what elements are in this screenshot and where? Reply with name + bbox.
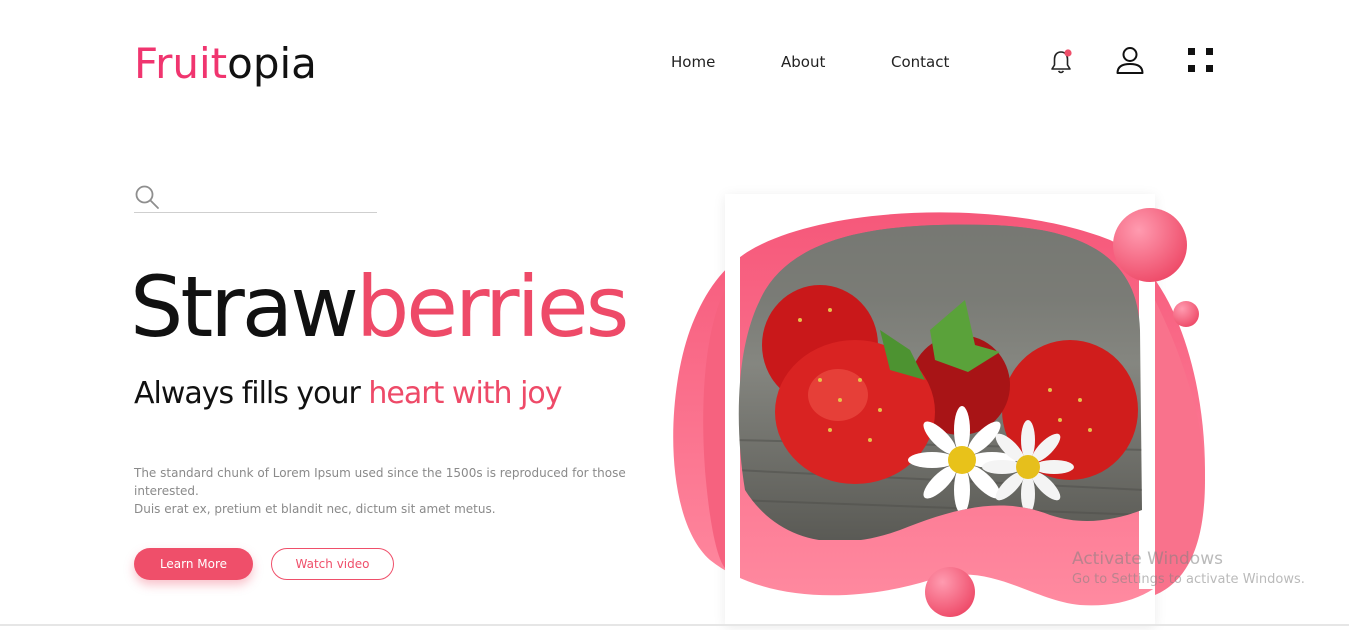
- hero-subtitle-dark: Always fills your: [134, 376, 369, 411]
- hero-title-dark: Straw: [130, 258, 359, 356]
- hero-title-pink: berries: [355, 258, 629, 356]
- search-icon[interactable]: [134, 184, 160, 214]
- watermark-line2: Go to Settings to activate Windows.: [1072, 572, 1305, 587]
- watch-video-button[interactable]: Watch video: [271, 548, 394, 580]
- search-input[interactable]: [164, 184, 373, 210]
- hero-description: The standard chunk of Lorem Ipsum used s…: [134, 464, 634, 518]
- watermark-line1: Activate Windows: [1072, 549, 1223, 569]
- search-bar: [134, 182, 377, 213]
- hero-description-line2: Duis erat ex, pretium et blandit nec, di…: [134, 502, 496, 516]
- nav-about[interactable]: About: [781, 53, 825, 71]
- hero-subtitle: Always fills your heart with joy: [134, 372, 563, 416]
- hero-title: Strawberries: [130, 252, 629, 362]
- grid-icon[interactable]: [1187, 47, 1215, 75]
- brand-logo-part2: opia: [227, 39, 317, 88]
- nav-contact[interactable]: Contact: [891, 53, 949, 71]
- learn-more-button[interactable]: Learn More: [134, 548, 253, 580]
- brand-logo-part1: Fruit: [134, 39, 228, 88]
- user-icon[interactable]: [1115, 46, 1145, 76]
- nav-home[interactable]: Home: [671, 53, 715, 71]
- windows-activation-watermark: Activate Windows Go to Settings to activ…: [1072, 548, 1305, 590]
- hero-subtitle-pink: heart with joy: [368, 376, 562, 411]
- hero-description-line1: The standard chunk of Lorem Ipsum used s…: [134, 466, 626, 498]
- bell-icon[interactable]: [1048, 48, 1074, 76]
- brand-logo[interactable]: Fruitopia: [134, 36, 317, 92]
